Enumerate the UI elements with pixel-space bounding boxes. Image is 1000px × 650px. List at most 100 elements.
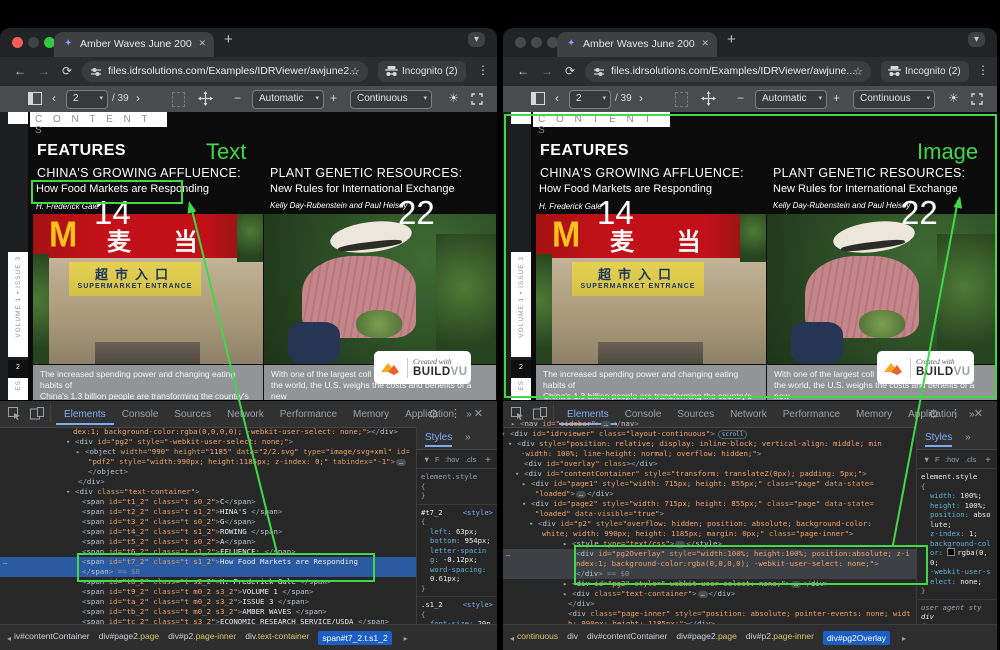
expand-arrow-icon[interactable]: ▸: [76, 447, 80, 457]
elements-tree-row[interactable]: </span> == $0: [0, 567, 417, 577]
style-rule[interactable]: .s1_2<style>{font-size: 20px;font-family…: [417, 597, 497, 625]
elements-tree-row[interactable]: ▸<nav id="sidebar">…</nav>: [503, 419, 917, 429]
elements-tree-row[interactable]: <span id="t4_2" class="t s1_2">ROWING </…: [0, 527, 417, 537]
address-bar[interactable]: files.idrsolutions.com/Examples/IDRViewe…: [585, 61, 871, 82]
expand-ellipsis-button[interactable]: …: [791, 581, 801, 588]
elements-tree-row[interactable]: dex:1; background-color:rgba(0,0,0,0); -…: [0, 427, 417, 437]
zoom-in-button[interactable]: +: [833, 91, 840, 105]
settings-gear-icon[interactable]: ⚙: [928, 407, 939, 421]
bookmark-star-icon[interactable]: ☆: [853, 65, 863, 78]
elements-tree-row[interactable]: white; width: 990px; height: 1185px; mar…: [503, 529, 917, 539]
collapse-arrow-icon[interactable]: ▾: [66, 437, 70, 447]
style-rule[interactable]: #t7_2<style>{left: 63px;bottom: 954px;le…: [417, 505, 497, 598]
styles-more-tabs[interactable]: »: [465, 432, 471, 443]
devtools-tab-elements[interactable]: Elements: [56, 403, 114, 425]
devtools-tab-network[interactable]: Network: [219, 403, 272, 425]
elements-tree-row[interactable]: <span id="t8_2" class="t s2_2">H. Freder…: [0, 577, 417, 587]
toggle-hov-button[interactable]: :hov: [945, 455, 959, 464]
elements-tree-row[interactable]: <span id="t3_2" class="t s0_2">G</span>: [0, 517, 417, 527]
elements-tree-row[interactable]: </object>: [0, 467, 417, 477]
pdf-page-view[interactable]: VOLUME 1 • ISSUE 3 2 ES C O N T E N T S …: [0, 112, 497, 400]
collapse-arrow-icon[interactable]: ▾: [529, 519, 533, 529]
style-source-link[interactable]: <style>: [463, 508, 493, 518]
back-button[interactable]: ←: [517, 64, 529, 78]
css-property[interactable]: width: 100%;: [921, 491, 993, 501]
new-tab-button[interactable]: +: [224, 31, 233, 48]
collapse-arrow-icon[interactable]: ▾: [522, 499, 526, 509]
crumbs-scroll-right-icon[interactable]: ▸: [902, 634, 906, 643]
zoom-out-button[interactable]: −: [737, 91, 744, 105]
filter-funnel-icon[interactable]: ▼: [923, 455, 930, 464]
inspect-element-icon[interactable]: [8, 407, 21, 420]
tab-close-icon[interactable]: ✕: [701, 38, 709, 49]
devtools-close-icon[interactable]: ✕: [474, 407, 483, 420]
collapse-arrow-icon[interactable]: ▾: [508, 439, 512, 449]
devtools-close-icon[interactable]: ✕: [974, 407, 983, 420]
brightness-icon[interactable]: ☀: [448, 91, 459, 105]
elements-tree-row[interactable]: "loaded">…</div>: [503, 489, 917, 499]
toggle-cls-button[interactable]: .cls: [965, 455, 976, 464]
elements-tree-row[interactable]: "pdf2" style="width:990px; height:1185px…: [0, 457, 417, 467]
breadcrumb-item[interactable]: div#page2.page: [676, 631, 737, 645]
filter-funnel-icon[interactable]: ▼: [423, 455, 430, 464]
pan-tool-icon[interactable]: [198, 91, 213, 106]
expand-ellipsis-button[interactable]: …: [396, 459, 406, 466]
filter-input[interactable]: F: [435, 455, 440, 464]
color-swatch[interactable]: [947, 548, 955, 556]
expand-arrow-icon[interactable]: ▸: [511, 419, 515, 429]
toggle-hov-button[interactable]: :hov: [445, 455, 459, 464]
style-rule[interactable]: element.style{}: [417, 469, 497, 505]
previous-page-button[interactable]: ‹: [52, 91, 56, 105]
elements-tree-row[interactable]: ▾<div id="idrviewer" class="layout-conti…: [503, 429, 917, 439]
elements-tree-row[interactable]: <span id="t2_2" class="t s1_2">HINA'S </…: [0, 507, 417, 517]
next-page-button[interactable]: ›: [639, 91, 643, 105]
elements-tree-row[interactable]: ndex:1; background-color:rgba(0,0,0,0); …: [503, 559, 917, 569]
collapse-arrow-icon[interactable]: ▾: [515, 469, 519, 479]
breadcrumb-item[interactable]: div#p2.page-inner: [746, 631, 814, 645]
buildvu-watermark[interactable]: Created with BUILDVU: [877, 351, 974, 384]
css-property[interactable]: left: 63px;: [421, 527, 493, 537]
expand-ellipsis-button[interactable]: …: [576, 491, 586, 498]
css-property[interactable]: z-index: 1;: [921, 529, 993, 539]
breadcrumb-item[interactable]: div#p2.page-inner: [168, 631, 236, 645]
breadcrumb-item[interactable]: continuous: [517, 631, 558, 645]
minimize-window-button[interactable]: [531, 37, 542, 48]
new-style-rule-button[interactable]: +: [985, 455, 991, 466]
elements-tree-row[interactable]: ▾<div id="p2" style="overflow: hidden; p…: [503, 519, 917, 529]
expand-arrow-icon[interactable]: ▸: [522, 479, 526, 489]
fullscreen-icon[interactable]: [971, 93, 983, 105]
collapse-arrow-icon[interactable]: ▾: [66, 487, 70, 497]
reload-button[interactable]: ⟳: [565, 64, 575, 78]
elements-tree-row[interactable]: <span id="ta_2" class="t m0_2 s3_2">ISSU…: [0, 597, 417, 607]
select-tool-icon[interactable]: [675, 92, 688, 107]
breadcrumb-item[interactable]: div: [567, 631, 578, 645]
elements-tree-row[interactable]: ▾<div id="pg2" style="-webkit-user-selec…: [0, 437, 417, 447]
styles-tab[interactable]: Styles: [425, 432, 452, 447]
close-window-button[interactable]: [12, 37, 23, 48]
elements-tree-row[interactable]: -width: 100%; line-height: normal; overf…: [503, 449, 917, 459]
elements-tree-row[interactable]: ▸<div id="pg2" style="-webkit-user-selec…: [503, 579, 917, 589]
expand-arrow-icon[interactable]: ▸: [563, 589, 567, 599]
breadcrumb-item[interactable]: div#page2.page: [99, 631, 160, 645]
sidebar-toggle-icon[interactable]: [28, 92, 42, 105]
style-source-link[interactable]: <style>: [463, 600, 493, 610]
elements-tree-row[interactable]: <span id="t6_2" class="t s1_2">FFLUENCE:…: [0, 547, 417, 557]
devtools-tab-memory[interactable]: Memory: [345, 403, 397, 425]
zoom-out-button[interactable]: −: [234, 91, 241, 105]
expand-ellipsis-button[interactable]: …: [601, 421, 611, 428]
elements-tree-row[interactable]: ▸<div id="page1" style="width: 715px; he…: [503, 479, 917, 489]
new-style-rule-button[interactable]: +: [485, 455, 491, 466]
css-property[interactable]: letter-spacing: -0.12px;: [421, 546, 493, 565]
css-property[interactable]: word-spacing: 0.61px;: [421, 565, 493, 584]
browser-menu-kebab-icon[interactable]: ⋮: [477, 63, 489, 77]
breadcrumb-item[interactable]: div#pg2Overlay: [823, 631, 890, 645]
styles-tab[interactable]: Styles: [925, 432, 952, 447]
elements-tree-row[interactable]: <span id="t5_2" class="t s0_2">A</span>: [0, 537, 417, 547]
css-property[interactable]: position: absolute;: [921, 510, 993, 529]
back-button[interactable]: ←: [14, 64, 26, 78]
reload-button[interactable]: ⟳: [62, 64, 72, 78]
expand-ellipsis-button[interactable]: …: [675, 541, 685, 548]
css-property[interactable]: bottom: 954px;: [421, 536, 493, 546]
elements-tree-row[interactable]: <div id="overlay" class></div>: [503, 459, 917, 469]
crumbs-scroll-right-icon[interactable]: ▸: [404, 634, 408, 643]
